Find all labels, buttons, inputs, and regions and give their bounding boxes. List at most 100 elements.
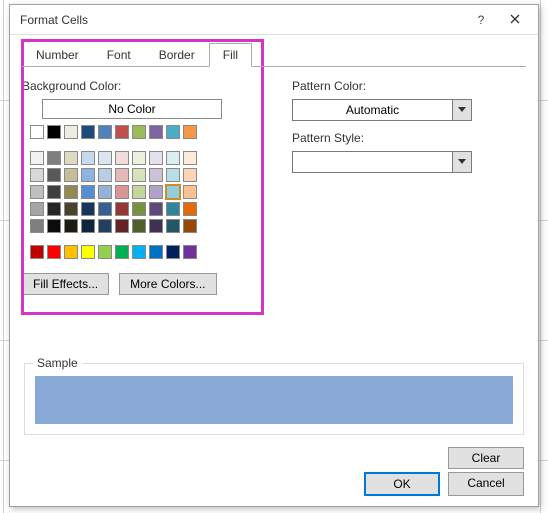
color-swatch[interactable]	[98, 245, 112, 259]
color-swatch[interactable]	[166, 245, 180, 259]
color-swatch[interactable]	[64, 185, 78, 199]
chevron-down-icon	[452, 99, 472, 121]
color-swatch[interactable]	[183, 245, 197, 259]
color-swatch[interactable]	[149, 151, 163, 165]
color-swatch[interactable]	[30, 151, 44, 165]
color-swatch[interactable]	[149, 202, 163, 216]
color-swatch[interactable]	[183, 168, 197, 182]
color-swatch[interactable]	[47, 245, 61, 259]
color-swatch[interactable]	[30, 245, 44, 259]
more-colors-button[interactable]: More Colors...	[119, 273, 216, 295]
tab-font[interactable]: Font	[93, 43, 145, 67]
color-swatch[interactable]	[166, 168, 180, 182]
pattern-style-label: Pattern Style:	[292, 131, 526, 145]
color-swatch[interactable]	[132, 125, 146, 139]
color-swatch[interactable]	[81, 219, 95, 233]
color-swatch[interactable]	[132, 245, 146, 259]
color-swatch[interactable]	[115, 151, 129, 165]
color-swatch[interactable]	[30, 168, 44, 182]
pattern-style-dropdown[interactable]	[292, 151, 472, 173]
color-swatch[interactable]	[183, 219, 197, 233]
window-title: Format Cells	[20, 13, 464, 27]
color-swatch[interactable]	[47, 185, 61, 199]
color-swatch[interactable]	[183, 202, 197, 216]
color-swatch[interactable]	[183, 151, 197, 165]
close-icon	[510, 13, 520, 27]
theme-colors-row	[30, 125, 252, 139]
pattern-color-value: Automatic	[292, 99, 452, 121]
pattern-color-label: Pattern Color:	[292, 79, 526, 93]
color-swatch[interactable]	[98, 168, 112, 182]
background-color-label: Background Color:	[22, 79, 252, 93]
color-swatch[interactable]	[149, 125, 163, 139]
color-swatch[interactable]	[115, 219, 129, 233]
color-swatch[interactable]	[132, 202, 146, 216]
sample-swatch	[35, 376, 513, 424]
ok-button[interactable]: OK	[364, 472, 440, 496]
color-swatch[interactable]	[132, 185, 146, 199]
no-color-button[interactable]: No Color	[42, 99, 222, 119]
color-swatch[interactable]	[115, 245, 129, 259]
color-swatch[interactable]	[30, 202, 44, 216]
color-swatch[interactable]	[149, 168, 163, 182]
color-swatch[interactable]	[115, 125, 129, 139]
color-swatch[interactable]	[166, 151, 180, 165]
color-swatch[interactable]	[166, 125, 180, 139]
color-swatch[interactable]	[115, 168, 129, 182]
color-swatch[interactable]	[115, 202, 129, 216]
color-swatch[interactable]	[166, 185, 180, 199]
sample-group: Sample	[24, 363, 524, 435]
titlebar: Format Cells ?	[10, 5, 538, 35]
sample-label: Sample	[33, 356, 82, 370]
color-swatch[interactable]	[115, 185, 129, 199]
color-swatch[interactable]	[64, 125, 78, 139]
pattern-color-dropdown[interactable]: Automatic	[292, 99, 472, 121]
color-swatch[interactable]	[30, 219, 44, 233]
tab-border[interactable]: Border	[145, 43, 209, 67]
color-swatch[interactable]	[64, 168, 78, 182]
color-swatch[interactable]	[47, 151, 61, 165]
color-swatch[interactable]	[132, 219, 146, 233]
color-swatch[interactable]	[166, 219, 180, 233]
clear-button[interactable]: Clear	[448, 447, 524, 469]
color-swatch[interactable]	[149, 219, 163, 233]
color-swatch[interactable]	[47, 202, 61, 216]
color-swatch[interactable]	[149, 185, 163, 199]
color-swatch[interactable]	[132, 151, 146, 165]
color-swatch[interactable]	[149, 245, 163, 259]
tab-number[interactable]: Number	[22, 43, 93, 67]
chevron-down-icon	[452, 151, 472, 173]
color-swatch[interactable]	[98, 125, 112, 139]
color-swatch[interactable]	[132, 168, 146, 182]
cancel-button[interactable]: Cancel	[448, 472, 524, 496]
color-swatch[interactable]	[30, 185, 44, 199]
color-swatch[interactable]	[166, 202, 180, 216]
color-swatch[interactable]	[64, 151, 78, 165]
standard-colors-row	[30, 245, 252, 259]
color-swatch[interactable]	[81, 202, 95, 216]
color-swatch[interactable]	[183, 125, 197, 139]
help-button[interactable]: ?	[464, 7, 498, 33]
fill-effects-button[interactable]: Fill Effects...	[22, 273, 109, 295]
color-swatch[interactable]	[81, 168, 95, 182]
color-swatch[interactable]	[81, 245, 95, 259]
color-swatch[interactable]	[98, 219, 112, 233]
help-icon: ?	[478, 13, 485, 27]
tab-fill[interactable]: Fill	[209, 43, 252, 67]
color-swatch[interactable]	[183, 185, 197, 199]
color-swatch[interactable]	[98, 185, 112, 199]
color-swatch[interactable]	[47, 219, 61, 233]
color-swatch[interactable]	[98, 202, 112, 216]
color-swatch[interactable]	[47, 125, 61, 139]
color-swatch[interactable]	[81, 125, 95, 139]
color-swatch[interactable]	[81, 185, 95, 199]
close-button[interactable]	[498, 7, 532, 33]
color-swatch[interactable]	[47, 168, 61, 182]
color-swatch[interactable]	[98, 151, 112, 165]
color-swatch[interactable]	[64, 245, 78, 259]
color-swatch[interactable]	[64, 202, 78, 216]
pattern-style-value	[292, 151, 452, 173]
color-swatch[interactable]	[81, 151, 95, 165]
color-swatch[interactable]	[30, 125, 44, 139]
color-swatch[interactable]	[64, 219, 78, 233]
